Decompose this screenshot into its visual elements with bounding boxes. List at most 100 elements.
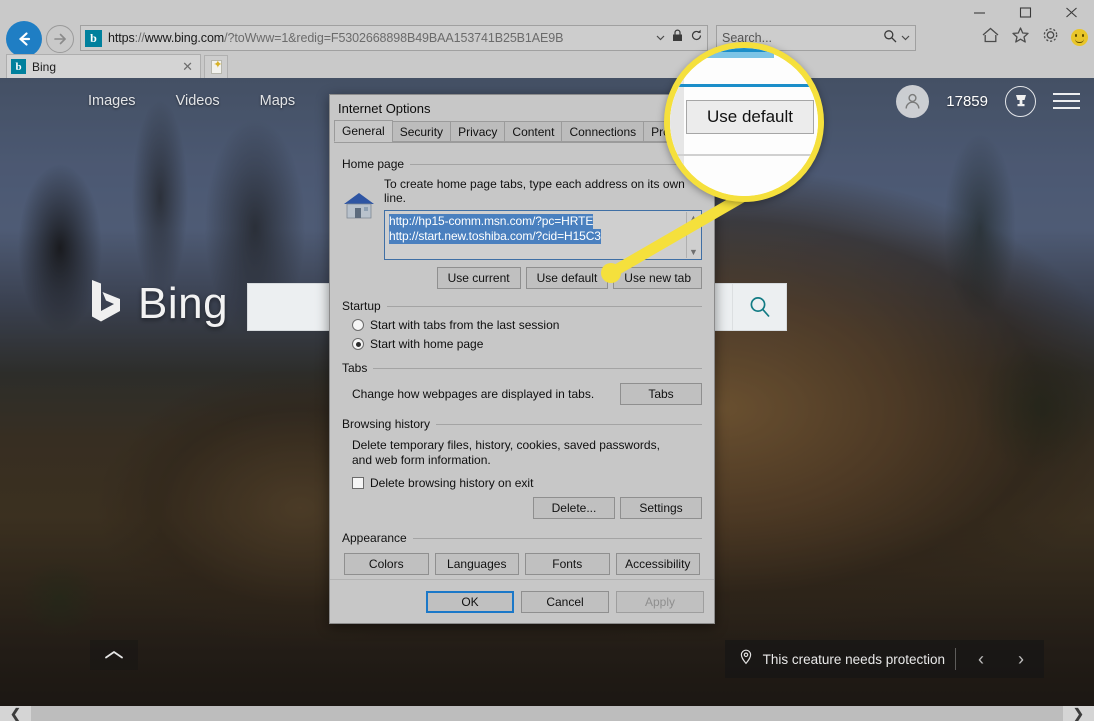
tab-content[interactable]: Content <box>504 121 563 142</box>
site-favicon-icon: b <box>85 29 102 47</box>
search-icon[interactable] <box>732 284 786 330</box>
bing-wordmark: Bing <box>138 278 229 328</box>
delete-button[interactable]: Delete... <box>533 497 615 519</box>
group-label: Home page <box>342 157 405 171</box>
group-header: Browsing history <box>342 417 702 431</box>
chevron-left-icon[interactable]: ❮ <box>0 706 31 721</box>
minimize-icon[interactable] <box>956 0 1002 24</box>
divider <box>436 423 702 425</box>
use-current-button[interactable]: Use current <box>436 267 521 289</box>
chevron-right-icon[interactable]: ❯ <box>1063 706 1094 721</box>
group-header: Startup <box>342 299 702 313</box>
scroll-up-arrow-icon[interactable]: ▲ <box>689 213 698 223</box>
forward-arrow-icon[interactable] <box>46 25 74 53</box>
person-icon[interactable] <box>896 84 930 118</box>
option-label: Start with home page <box>370 337 484 351</box>
maximize-icon[interactable] <box>1002 0 1048 24</box>
lock-icon[interactable] <box>672 29 683 47</box>
use-default-button[interactable]: Use default <box>525 267 609 289</box>
horizontal-scrollbar[interactable]: ❮ ❯ <box>0 706 1094 721</box>
group-header: Tabs <box>342 361 702 375</box>
location-pin-icon <box>739 649 753 670</box>
checkbox-label: Delete browsing history on exit <box>370 476 534 490</box>
radio-button-selected-icon[interactable] <box>352 338 364 350</box>
rewards-points: 17859 <box>946 92 988 110</box>
delete-history-on-exit-checkbox[interactable]: Delete browsing history on exit <box>352 476 702 490</box>
tab-favicon-icon: b <box>11 59 26 74</box>
divider <box>955 648 956 670</box>
dialog-title: Internet Options <box>338 100 431 116</box>
radio-button-icon[interactable] <box>352 319 364 331</box>
dialog-footer: OK Cancel Apply <box>330 579 714 623</box>
browser-toolbar-icons <box>981 26 1088 49</box>
close-icon[interactable]: ✕ <box>179 59 196 75</box>
browser-tab-bing[interactable]: b Bing ✕ <box>6 54 201 78</box>
bing-nav-item-images[interactable]: Images <box>88 93 136 109</box>
chevron-down-icon[interactable] <box>656 29 665 47</box>
appearance-group: Appearance Colors Languages Fonts Access… <box>342 531 702 575</box>
house-icon <box>342 177 384 289</box>
bing-nav-item-videos[interactable]: Videos <box>176 93 220 109</box>
accessibility-button[interactable]: Accessibility <box>615 553 700 575</box>
ok-button[interactable]: OK <box>426 590 514 613</box>
back-arrow-icon[interactable] <box>6 21 42 57</box>
tabs-button[interactable]: Tabs <box>620 383 702 405</box>
navigation-row: b https://www.bing.com/?toWww=1&redig=F5… <box>0 21 1094 57</box>
startup-option-last-session[interactable]: Start with tabs from the last session <box>352 318 702 332</box>
colors-button[interactable]: Colors <box>344 553 429 575</box>
refresh-icon[interactable] <box>690 29 703 47</box>
divider <box>386 305 702 307</box>
url-host: www.bing.com <box>144 31 225 45</box>
address-bar[interactable]: b https://www.bing.com/?toWww=1&redig=F5… <box>80 25 708 51</box>
url-text: https://www.bing.com/?toWww=1&redig=F530… <box>108 31 650 45</box>
gear-icon[interactable] <box>1041 26 1060 49</box>
languages-button[interactable]: Languages <box>434 553 519 575</box>
settings-button[interactable]: Settings <box>620 497 702 519</box>
textarea-scrollbar[interactable]: ▲ ▼ <box>686 212 700 258</box>
search-icon[interactable] <box>883 29 897 48</box>
scroll-down-arrow-icon[interactable]: ▼ <box>689 247 698 257</box>
home-page-urls-textarea[interactable]: http://hp15-comm.msn.com/?pc=HRTE http:/… <box>384 210 702 260</box>
tab-privacy[interactable]: Privacy <box>450 121 506 142</box>
chevron-right-icon[interactable]: › <box>1006 644 1036 674</box>
checkbox-icon[interactable] <box>352 477 364 489</box>
close-icon[interactable] <box>1048 0 1094 24</box>
title-bar <box>0 0 1094 22</box>
rewards-badge-icon[interactable] <box>1005 85 1036 117</box>
magnified-divider <box>670 154 818 156</box>
star-icon[interactable] <box>1011 26 1030 49</box>
group-label: Browsing history <box>342 417 431 431</box>
fonts-button[interactable]: Fonts <box>525 553 610 575</box>
use-new-tab-button[interactable]: Use new tab <box>613 267 702 289</box>
hamburger-menu-icon[interactable] <box>1053 93 1080 109</box>
home-page-buttons: Use current Use default Use new tab <box>384 267 702 289</box>
home-page-url-1: http://hp15-comm.msn.com/?pc=HRTE <box>389 214 594 229</box>
chevron-down-icon[interactable] <box>897 29 910 47</box>
chevron-left-icon[interactable]: ‹ <box>966 644 996 674</box>
magnifier-content: Use default <box>670 48 818 196</box>
internet-options-dialog: Internet Options General Security Privac… <box>329 94 715 624</box>
chevron-up-icon[interactable] <box>90 640 138 670</box>
magnified-blue-bar-light <box>700 52 774 58</box>
home-icon[interactable] <box>981 26 1000 49</box>
group-label: Appearance <box>342 531 407 545</box>
home-page-url-2: http://start.new.toshiba.com/?cid=H15C3 <box>389 229 601 244</box>
url-scheme: https <box>108 31 135 45</box>
bing-logo-icon <box>90 278 124 329</box>
tab-security[interactable]: Security <box>391 121 452 142</box>
apply-button: Apply <box>616 590 704 613</box>
magnified-use-default-button[interactable]: Use default <box>686 100 814 134</box>
startup-option-home-page[interactable]: Start with home page <box>352 337 702 351</box>
new-tab-icon[interactable]: ✦ <box>204 55 228 78</box>
tab-connections[interactable]: Connections <box>561 121 645 142</box>
address-bar-icons <box>650 29 703 47</box>
bing-header-right: 17859 <box>896 84 1080 118</box>
cancel-button[interactable]: Cancel <box>521 590 609 613</box>
smiley-icon[interactable] <box>1071 29 1088 46</box>
bing-logo[interactable]: Bing <box>90 278 228 329</box>
bing-nav-item-maps[interactable]: Maps <box>260 93 295 109</box>
divider <box>412 537 702 539</box>
tab-general[interactable]: General <box>334 120 393 142</box>
callout-anchor-dot <box>601 263 621 283</box>
scrollbar-thumb[interactable] <box>31 706 1063 721</box>
